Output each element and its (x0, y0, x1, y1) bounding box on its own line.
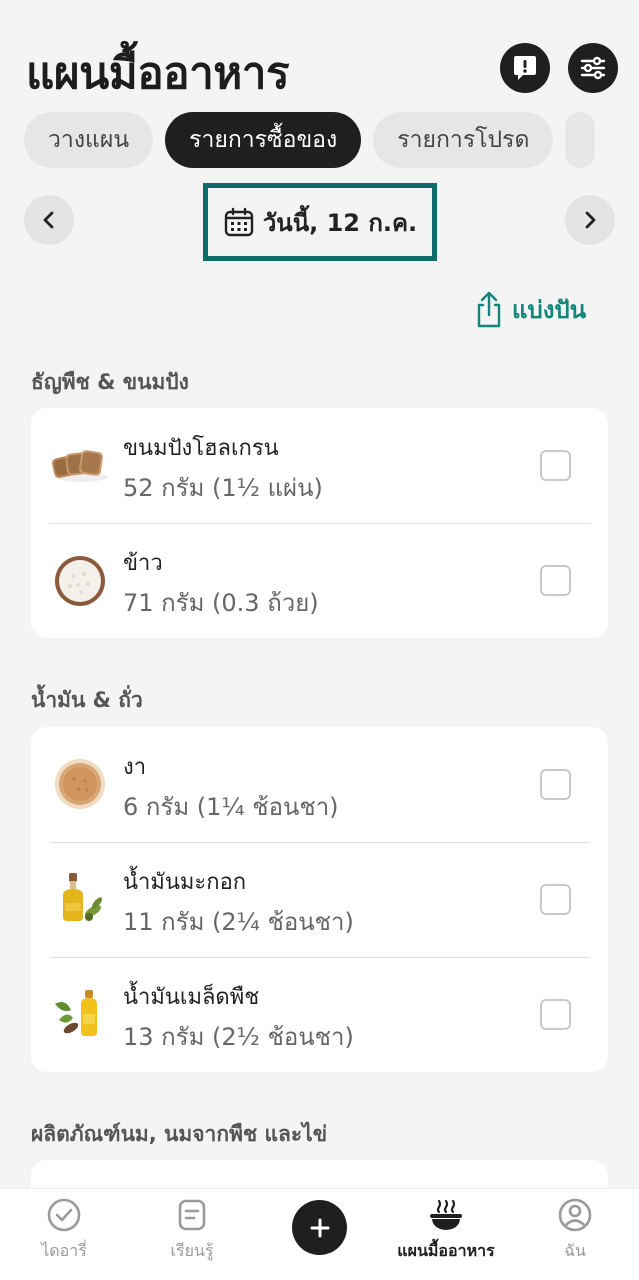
chevron-left-icon (43, 211, 54, 229)
item-checkbox[interactable] (540, 769, 571, 800)
sesame-bowl-image (55, 759, 105, 809)
item-quantity: 71 กรัม (0.3 ถ้วย) (123, 589, 319, 617)
bread-slices-image (52, 450, 107, 482)
plus-icon (310, 1218, 329, 1237)
bottom-nav: ไดอารี่ เรียนรู้ แผนมื้ออาหาร ฉัน (0, 1188, 639, 1280)
item-checkbox[interactable] (540, 884, 571, 915)
section-title-grains: ธัญพืช & ขนมปัง (31, 370, 189, 394)
shopping-card-oils: งา 6 กรัม (1¼ ช้อนชา) น้ำมันมะกอก 11 กรั… (31, 727, 608, 1072)
add-button[interactable] (292, 1200, 347, 1255)
page-title: แผนมื้ออาหาร (26, 48, 290, 99)
section-title-oils: น้ำมัน & ถั่ว (31, 688, 143, 712)
tab-favorites[interactable]: รายการโปรด (373, 112, 554, 168)
document-icon (178, 1199, 206, 1231)
item-name: ข้าว (123, 551, 163, 576)
list-item[interactable]: ขนมปังโฮลเกรน 52 กรัม (1½ แผ่น) (31, 408, 608, 523)
list-item[interactable]: ข้าว 71 กรัม (0.3 ถ้วย) (31, 523, 608, 638)
bowl-steam-icon (430, 1199, 462, 1230)
rice-bowl-image (55, 556, 105, 606)
calendar-icon (224, 207, 254, 237)
item-quantity: 6 กรัม (1¼ ช้อนชา) (123, 793, 339, 821)
sliders-icon (580, 56, 606, 80)
tab-shopping-list[interactable]: รายการซื้อของ (165, 112, 362, 168)
date-label: วันนี้, 12 ก.ค. (262, 208, 418, 237)
list-item[interactable]: น้ำมันมะกอก 11 กรัม (2¼ ช้อนชา) (31, 842, 608, 957)
nav-meal-plan[interactable]: แผนมื้ออาหาร (386, 1197, 506, 1264)
shopping-card-grains: ขนมปังโฮลเกรน 52 กรัม (1½ แผ่น) ข้าว 71 … (31, 408, 608, 638)
tab-more[interactable] (565, 112, 596, 168)
nav-label-me: ฉัน (564, 1241, 586, 1260)
list-item[interactable]: งา 6 กรัม (1¼ ช้อนชา) (31, 727, 608, 842)
item-checkbox[interactable] (540, 450, 571, 481)
item-name: น้ำมันเมล็ดพืช (123, 985, 260, 1010)
item-quantity: 52 กรัม (1½ แผ่น) (123, 474, 323, 502)
item-checkbox[interactable] (540, 565, 571, 596)
next-day-button[interactable] (565, 195, 615, 245)
profile-icon (558, 1198, 592, 1232)
item-name: ขนมปังโฮลเกรน (123, 436, 279, 461)
nav-label-meal-plan: แผนมื้ออาหาร (397, 1241, 495, 1260)
nav-label-learn: เรียนรู้ (170, 1241, 214, 1260)
olive-oil-bottle-image (63, 873, 103, 921)
nav-diary[interactable]: ไดอารี่ (4, 1197, 124, 1264)
tab-bar: วางแผน รายการซื้อของ รายการโปรด (24, 112, 596, 168)
prev-day-button[interactable] (24, 195, 74, 245)
share-icon (477, 291, 501, 327)
feedback-button[interactable] (500, 43, 550, 93)
feedback-exclamation-icon (514, 56, 536, 80)
section-title-dairy: ผลิตภัณฑ์นม, นมจากพืช และไข่ (31, 1122, 328, 1146)
item-checkbox[interactable] (540, 999, 571, 1030)
nav-learn[interactable]: เรียนรู้ (132, 1197, 252, 1264)
tab-plan[interactable]: วางแผน (24, 112, 154, 168)
check-circle-icon (47, 1198, 81, 1232)
item-name: น้ำมันมะกอก (123, 870, 247, 895)
nav-me[interactable]: ฉัน (515, 1197, 635, 1264)
share-label: แบ่งปัน (512, 296, 587, 324)
chevron-right-icon (585, 211, 596, 229)
share-button[interactable]: แบ่งปัน (474, 290, 586, 329)
item-name: งา (123, 755, 147, 780)
item-quantity: 11 กรัม (2¼ ช้อนชา) (123, 908, 354, 936)
seed-oil-bottle-image (55, 990, 97, 1036)
date-selector[interactable]: วันนี้, 12 ก.ค. (203, 183, 437, 261)
settings-button[interactable] (568, 43, 618, 93)
item-quantity: 13 กรัม (2½ ช้อนชา) (123, 1023, 354, 1051)
nav-label-diary: ไดอารี่ (41, 1241, 87, 1260)
list-item[interactable]: น้ำมันเมล็ดพืช 13 กรัม (2½ ช้อนชา) (31, 957, 608, 1072)
